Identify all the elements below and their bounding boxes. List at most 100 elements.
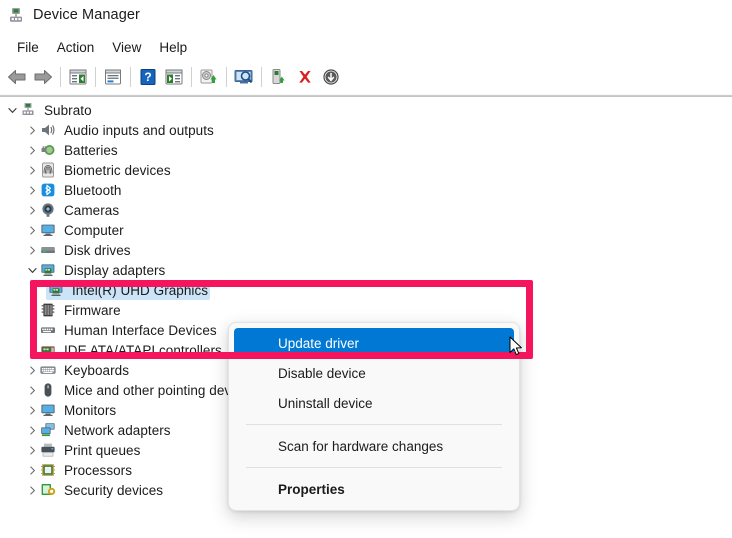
tree-node-display-adapters[interactable]: Display adapters [0,260,732,280]
tree-node-label: Disk drives [64,242,131,258]
menu-file[interactable]: File [8,38,48,57]
context-menu[interactable]: Update driver Disable device Uninstall d… [228,322,520,511]
update-driver-icon[interactable] [196,64,222,90]
disable-device-icon[interactable] [318,64,344,90]
toolbar-separator-1 [60,67,61,87]
context-menu-properties[interactable]: Properties [234,474,514,504]
mouse-icon [40,382,58,398]
tree-node-biometric-devices[interactable]: Biometric devices [0,160,732,180]
tree-node-label: Human Interface Devices [64,322,217,338]
chevron-right-icon[interactable] [24,202,40,218]
monitor-icon [40,222,58,238]
device-manager-window: Device Manager File Action View Help ? S… [0,0,732,538]
tree-node-disk-drives[interactable]: Disk drives [0,240,732,260]
toolbar-divider [0,94,732,97]
menu-view[interactable]: View [103,38,150,57]
toolbar-separator-2 [95,67,96,87]
chevron-right-icon[interactable] [24,222,40,238]
chevron-right-icon[interactable] [24,122,40,138]
uninstall-device-icon[interactable] [292,64,318,90]
forward-arrow-icon[interactable] [30,64,56,90]
chevron-right-icon[interactable] [24,482,40,498]
context-menu-separator-2 [246,467,502,468]
tree-node-label: Monitors [64,402,117,418]
tree-node-cameras[interactable]: Cameras [0,200,732,220]
chevron-right-icon[interactable] [24,422,40,438]
computer-root-icon [20,102,38,118]
monitor-icon [40,402,58,418]
tree-node-label: Batteries [64,142,118,158]
keyboard-icon [40,362,58,378]
chevron-right-icon[interactable] [24,382,40,398]
context-menu-scan-for-hardware-changes[interactable]: Scan for hardware changes [234,431,514,461]
tree-node-label: Display adapters [64,262,166,278]
display-adapter-icon [40,262,58,278]
tree-node-subrato[interactable]: Subrato [0,100,732,120]
menu-help[interactable]: Help [150,38,196,57]
chevron-right-icon[interactable] [24,362,40,378]
tree-node-audio-inputs-and-outputs[interactable]: Audio inputs and outputs [0,120,732,140]
back-arrow-icon[interactable] [4,64,30,90]
chevron-right-icon[interactable] [24,462,40,478]
chevron-right-icon[interactable] [24,302,40,318]
tree-node-label: Computer [64,222,124,238]
hid-icon [40,322,58,338]
enable-device-icon[interactable] [266,64,292,90]
camera-icon [40,202,58,218]
tree-node-label: Cameras [64,202,120,218]
tree-node-label: Biometric devices [64,162,171,178]
disk-drive-icon [40,242,58,258]
context-menu-separator-1 [246,424,502,425]
context-menu-uninstall-device[interactable]: Uninstall device [234,388,514,418]
help-icon[interactable]: ? [135,64,161,90]
printer-icon [40,442,58,458]
chevron-right-icon[interactable] [24,142,40,158]
tree-node-computer[interactable]: Computer [0,220,732,240]
tree-node-label: Bluetooth [64,182,122,198]
tree-node-label: Mice and other pointing devices [64,382,256,398]
processor-icon [40,462,58,478]
tree-node-bluetooth[interactable]: Bluetooth [0,180,732,200]
fingerprint-icon [40,162,58,178]
toolbar-separator-6 [261,67,262,87]
chevron-right-icon[interactable] [24,442,40,458]
tree-node-intel-uhd-graphics[interactable]: Intel(R) UHD Graphics [0,280,732,300]
chevron-right-icon[interactable] [24,162,40,178]
chevron-right-icon[interactable] [24,182,40,198]
svg-text:?: ? [144,70,151,84]
tree-node-label: Audio inputs and outputs [64,122,214,138]
bluetooth-icon [40,182,58,198]
menu-action[interactable]: Action [48,38,104,57]
tree-node-label: Print queues [64,442,141,458]
battery-icon [40,142,58,158]
properties-window-icon[interactable] [100,64,126,90]
chevron-down-icon[interactable] [24,262,40,278]
show-hide-console-tree-icon[interactable] [65,64,91,90]
titlebar: Device Manager [0,0,732,30]
firmware-chip-icon [40,302,58,318]
ide-controller-icon [40,342,58,358]
menubar: File Action View Help [0,34,732,60]
chevron-right-icon[interactable] [24,322,40,338]
chevron-right-icon[interactable] [24,342,40,358]
network-adapter-icon [40,422,58,438]
show-hide-action-pane-icon[interactable] [161,64,187,90]
tree-node-label: Processors [64,462,133,478]
toolbar-separator-5 [226,67,227,87]
chevron-down-icon[interactable] [4,102,20,118]
context-menu-disable-device[interactable]: Disable device [234,358,514,388]
tree-node-batteries[interactable]: Batteries [0,140,732,160]
tree-node-label: Firmware [64,302,121,318]
toolbar-separator-4 [191,67,192,87]
security-device-icon [40,482,58,498]
chevron-right-icon[interactable] [24,402,40,418]
device-manager-icon [7,6,25,24]
tree-node-label: Keyboards [64,362,129,378]
context-menu-update-driver[interactable]: Update driver [234,328,514,358]
chevron-right-icon[interactable] [24,242,40,258]
scan-hardware-changes-icon[interactable] [231,64,257,90]
speaker-icon [40,122,58,138]
tree-node-label: Security devices [64,482,164,498]
toolbar-separator-3 [130,67,131,87]
tree-node-firmware[interactable]: Firmware [0,300,732,320]
